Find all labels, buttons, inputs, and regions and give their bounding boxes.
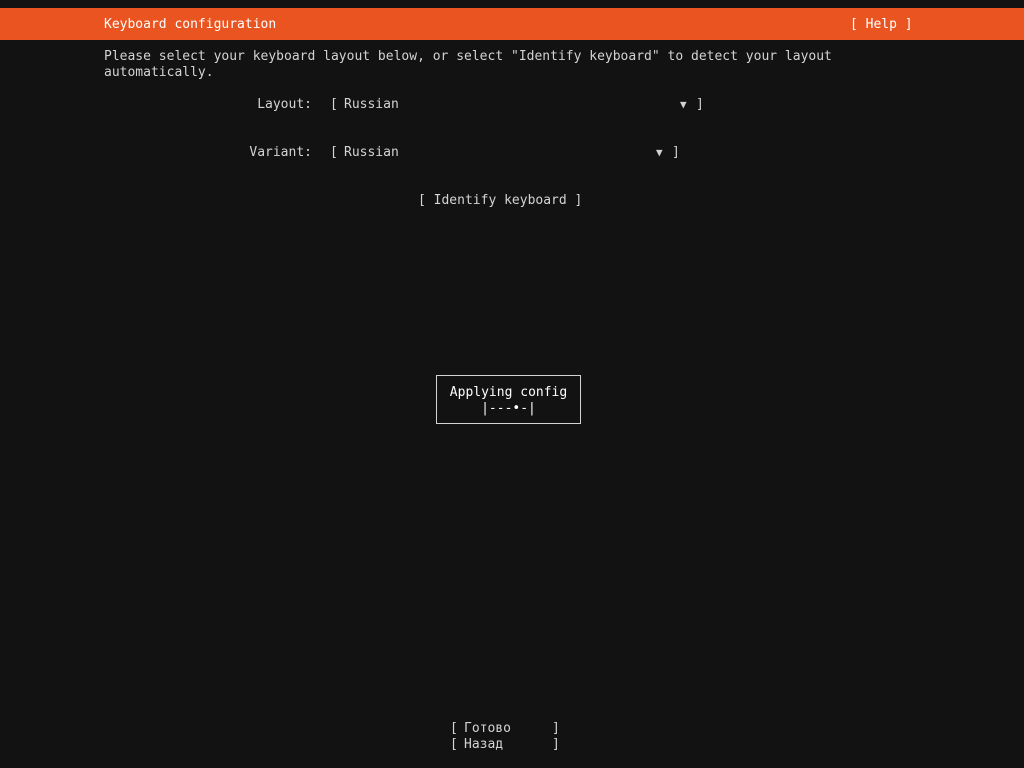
help-button[interactable]: [ Help ]: [850, 17, 913, 33]
back-label: Назад: [464, 737, 504, 752]
variant-select[interactable]: [ Russian ▼ ]: [330, 145, 680, 225]
applying-config-dialog: Applying config |---•-|: [436, 375, 581, 424]
bracket-close: ]: [552, 737, 560, 752]
progress-spinner: |---•-|: [481, 401, 536, 416]
bracket-open: [: [330, 97, 338, 112]
bracket-close: ]: [696, 97, 704, 112]
dropdown-arrow-icon: ▼: [680, 98, 687, 111]
bracket-close: ]: [672, 145, 680, 160]
instructions-text: Please select your keyboard layout below…: [104, 49, 832, 80]
bracket-open: [: [450, 721, 458, 736]
header-bar: Keyboard configuration [ Help ]: [0, 8, 1024, 40]
layout-label: Layout:: [257, 97, 312, 112]
identify-keyboard-button[interactable]: [ Identify keyboard ]: [418, 193, 582, 209]
variant-label: Variant:: [249, 145, 312, 160]
dropdown-arrow-icon: ▼: [656, 146, 663, 159]
layout-value: Russian: [344, 97, 399, 112]
done-label: Готово: [464, 721, 511, 736]
page-title: Keyboard configuration: [104, 17, 277, 32]
bracket-open: [: [330, 145, 338, 160]
dialog-title: Applying config: [449, 385, 568, 400]
bracket-close: ]: [552, 721, 560, 736]
variant-value: Russian: [344, 145, 399, 160]
back-button[interactable]: [ Назад ]: [450, 737, 562, 768]
bracket-open: [: [450, 737, 458, 752]
top-strip: [0, 0, 1024, 8]
